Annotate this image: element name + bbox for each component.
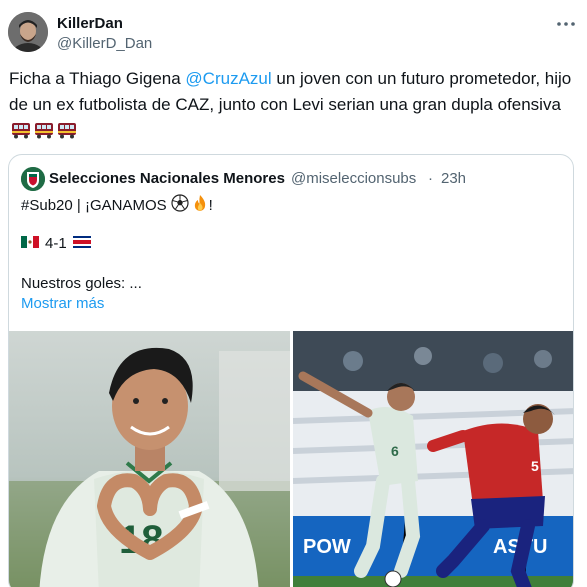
soccer-ball-icon (171, 194, 189, 216)
media-photo-player-heart[interactable]: 18 (9, 331, 290, 587)
media-photo-match-action[interactable]: POW ASTU 6 5 (293, 331, 573, 587)
costa-rica-flag-icon (72, 235, 91, 252)
mexico-flag-icon (21, 235, 39, 252)
fire-icon (191, 194, 209, 216)
quote-score-line: 4-1 (21, 235, 91, 252)
svg-text:6: 6 (391, 443, 399, 459)
match-score: 4-1 (45, 235, 67, 252)
svg-text:POW: POW (303, 536, 351, 558)
handle[interactable]: @KillerD_Dan (57, 35, 152, 52)
quote-display-name[interactable]: Selecciones Nacionales Menores (49, 170, 285, 187)
quoted-tweet[interactable]: Selecciones Nacionales Menores @miselecc… (8, 154, 574, 587)
tweet-text: Ficha a Thiago Gigena @CruzAzul un joven… (9, 66, 579, 147)
railway-car-emoji (11, 121, 77, 147)
svg-text:5: 5 (531, 458, 539, 474)
quote-headline-end: ! (208, 196, 213, 214)
quote-timestamp[interactable]: 23h (441, 170, 466, 187)
display-name[interactable]: KillerDan (57, 15, 123, 32)
more-options-icon[interactable] (555, 14, 577, 34)
avatar[interactable] (8, 12, 48, 52)
quote-text-line1: #Sub20 | ¡GANAMOS ! (21, 194, 213, 216)
mention-link[interactable]: @CruzAzul (185, 69, 271, 88)
quote-handle[interactable]: @miseleccionsubs (291, 170, 416, 187)
quote-headline: #Sub20 | ¡GANAMOS (21, 196, 167, 214)
quote-text-line3: Nuestros goles: ... (21, 275, 142, 292)
quote-avatar[interactable] (21, 167, 45, 191)
tweet: KillerDan @KillerD_Dan Ficha a Thiago Gi… (0, 0, 587, 587)
tweet-text-before: Ficha a Thiago Gigena (9, 69, 186, 88)
show-more-link[interactable]: Mostrar más (21, 295, 104, 312)
quote-separator: · (428, 170, 433, 187)
